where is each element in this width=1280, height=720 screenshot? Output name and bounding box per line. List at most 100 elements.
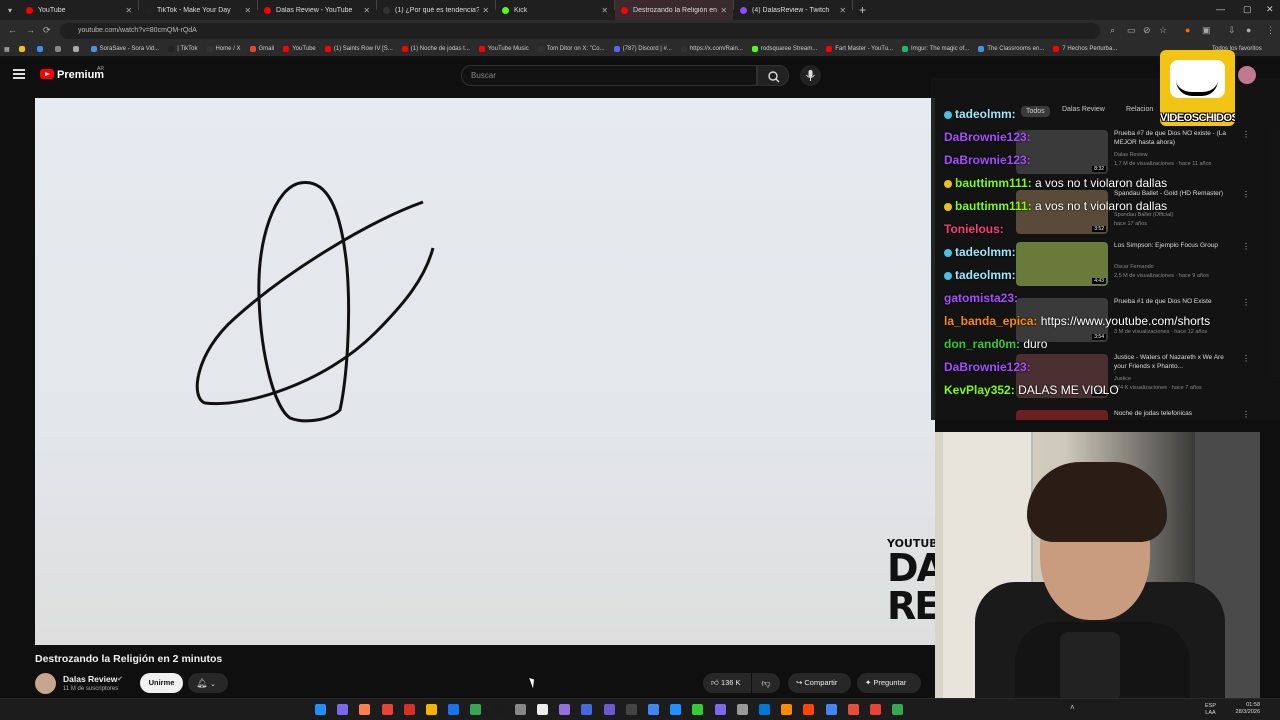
more-options-icon[interactable]: ⋮ <box>1242 410 1250 419</box>
chrome-icon[interactable] <box>381 704 393 715</box>
forward-icon[interactable]: → <box>26 25 35 35</box>
more-options-icon[interactable]: ⋮ <box>1242 242 1250 251</box>
chat-username[interactable]: bauttimm111: <box>955 199 1032 213</box>
bookmark-yellow-icon[interactable] <box>18 46 28 52</box>
apps-icon[interactable]: ▦ <box>4 46 10 53</box>
obs-icon[interactable] <box>514 704 526 715</box>
bookmark-generic-icon[interactable] <box>54 46 64 52</box>
browser-tab[interactable]: Destrozando la Religión en 2 m✕ <box>615 0 734 20</box>
chat-username[interactable]: don_rand0m: <box>944 337 1020 351</box>
bookmark-star-icon[interactable]: ☆ <box>1159 25 1167 36</box>
video-thumbnail[interactable] <box>1016 410 1108 420</box>
minimize-icon[interactable]: — <box>1216 4 1225 14</box>
tab-close-icon[interactable]: ✕ <box>720 6 727 15</box>
tab-close-icon[interactable]: ✕ <box>601 6 608 15</box>
bookmark-bluesky-icon[interactable] <box>36 46 46 52</box>
zoom-icon[interactable]: ⌕ <box>1110 25 1115 36</box>
channel-name[interactable]: Dalas Review <box>63 674 117 684</box>
firefox-icon[interactable] <box>359 704 371 715</box>
chat-username[interactable]: la_banda_epica: <box>944 314 1037 328</box>
chat-username[interactable]: bauttimm111: <box>955 176 1032 190</box>
chat-username[interactable]: tadeolmm: <box>955 268 1016 282</box>
app-icon[interactable] <box>670 704 682 715</box>
bookmark-item[interactable]: Fart Master - YouTu... <box>826 46 893 52</box>
terminal-icon[interactable] <box>492 704 504 715</box>
bookmark-item[interactable]: rodsquaree Stream... <box>751 46 817 52</box>
tab-close-icon[interactable]: ✕ <box>482 6 489 15</box>
folder-icon[interactable] <box>426 704 437 715</box>
browser-tab[interactable]: TikTok - Make Your Day ✕ <box>139 0 257 20</box>
bookmark-item[interactable]: | TikTok <box>168 46 198 52</box>
voice-search-button[interactable] <box>800 65 821 86</box>
notepad-icon[interactable] <box>537 704 548 715</box>
chat-username[interactable]: DaBrownie123: <box>944 153 1031 167</box>
bookmark-item[interactable]: SoraSave - Sora Vid... <box>90 46 159 52</box>
bookmark-globe-icon[interactable] <box>72 46 82 52</box>
avatar[interactable] <box>1238 66 1256 84</box>
tab-close-icon[interactable]: ✕ <box>125 6 132 15</box>
copilot-icon[interactable] <box>337 704 349 715</box>
browser-tab[interactable]: YouTube ✕ <box>20 0 138 20</box>
search-icon[interactable] <box>803 704 815 715</box>
tab-close-icon[interactable]: ✕ <box>244 6 251 15</box>
language-indicator[interactable]: ESP LAA <box>1205 703 1216 716</box>
browser-tab[interactable]: Dalas Review - YouTube ✕ <box>258 0 376 20</box>
edge-icon[interactable] <box>759 704 770 715</box>
url-field[interactable]: youtube.com/watch?v=80cmQM-rQdA <box>60 23 1100 39</box>
cast-icon[interactable]: ▭ <box>1127 25 1136 36</box>
bookmark-item[interactable]: Home / X <box>206 46 241 52</box>
windows-start-icon[interactable] <box>315 704 326 715</box>
profile-icon[interactable]: ● <box>1246 25 1251 35</box>
chat-username[interactable]: KevPlay352: <box>944 383 1015 397</box>
ask-button[interactable]: ✦ Preguntar <box>857 673 921 693</box>
share-button[interactable]: ↪ Compartir <box>788 673 851 693</box>
hamburger-menu-icon[interactable] <box>13 69 25 79</box>
downloads-icon[interactable]: ⇩ <box>1228 25 1236 36</box>
search-input[interactable]: Buscar <box>461 65 757 86</box>
chrome-icon[interactable] <box>648 704 659 715</box>
chat-username[interactable]: tadeolmm: <box>955 245 1016 259</box>
chat-username[interactable]: DaBrownie123: <box>944 360 1031 374</box>
bookmark-item[interactable]: (1) Saints Row IV [S... <box>324 46 393 52</box>
chip-relacionados[interactable]: Relacion <box>1126 106 1153 113</box>
youtube-logo-icon[interactable] <box>40 69 54 79</box>
new-tab-button[interactable]: + <box>859 3 866 17</box>
app-icon[interactable] <box>692 704 704 715</box>
bookmark-item[interactable]: Imgur: The magic of... <box>902 46 969 52</box>
chat-username[interactable]: Tonielous: <box>944 222 1004 236</box>
bookmark-item[interactable]: 7 Hechos Perturba... <box>1053 46 1117 52</box>
channel-avatar[interactable] <box>35 673 56 694</box>
app-icon[interactable] <box>736 704 748 715</box>
app-icon[interactable] <box>559 704 571 715</box>
back-icon[interactable]: ← <box>8 25 17 35</box>
tab-close-icon[interactable]: ✕ <box>839 6 846 15</box>
app-icon[interactable] <box>625 704 637 715</box>
chrome-icon[interactable] <box>892 704 904 715</box>
chat-username[interactable]: tadeolmm: <box>955 107 1016 121</box>
spotify-icon[interactable] <box>470 704 482 715</box>
related-video-card[interactable]: Noche de jodas telefonicasLos 3 Cabiados… <box>1016 410 1266 420</box>
join-button[interactable]: Unirme <box>140 673 183 693</box>
extension-icon[interactable]: ● <box>1185 25 1190 35</box>
dislike-button[interactable]: 👎︎ <box>752 673 780 693</box>
bookmark-item[interactable]: Gmail <box>249 46 274 52</box>
extensions-puzzle-icon[interactable]: ▣ <box>1202 25 1211 36</box>
notifications-button[interactable]: 🔔︎ ⌄ <box>188 673 228 693</box>
chrome-icon[interactable] <box>870 704 881 715</box>
app-icon[interactable] <box>847 704 859 715</box>
more-options-icon[interactable]: ⋮ <box>1242 190 1250 199</box>
bookmark-item[interactable]: https://x.com/Rain... <box>680 46 743 52</box>
more-options-icon[interactable]: ⋮ <box>1242 130 1250 139</box>
browser-tab[interactable]: (1) ¿Por qué es tendencia? on X✕ <box>377 0 495 20</box>
bookmark-item[interactable]: The Classrooms en... <box>978 46 1044 52</box>
tab-close-icon[interactable]: ✕ <box>363 6 370 15</box>
more-options-icon[interactable]: ⋮ <box>1242 354 1250 363</box>
bookmark-item[interactable]: (787) Discord | #... <box>613 46 672 52</box>
app-icon[interactable] <box>714 704 726 715</box>
like-button[interactable]: 👍︎ 136 K <box>703 673 751 693</box>
bookmark-item[interactable]: YouTube Music <box>478 46 529 52</box>
related-video-card[interactable]: Prueba #7 de que Dios NO existe - (La ME… <box>1016 130 1266 174</box>
close-window-icon[interactable]: ✕ <box>1266 4 1274 15</box>
browser-menu-icon[interactable]: ▾ <box>8 6 12 15</box>
related-video-card[interactable]: Los Simpson: Ejemplo Focus Group Oscar Fe… <box>1016 242 1266 286</box>
